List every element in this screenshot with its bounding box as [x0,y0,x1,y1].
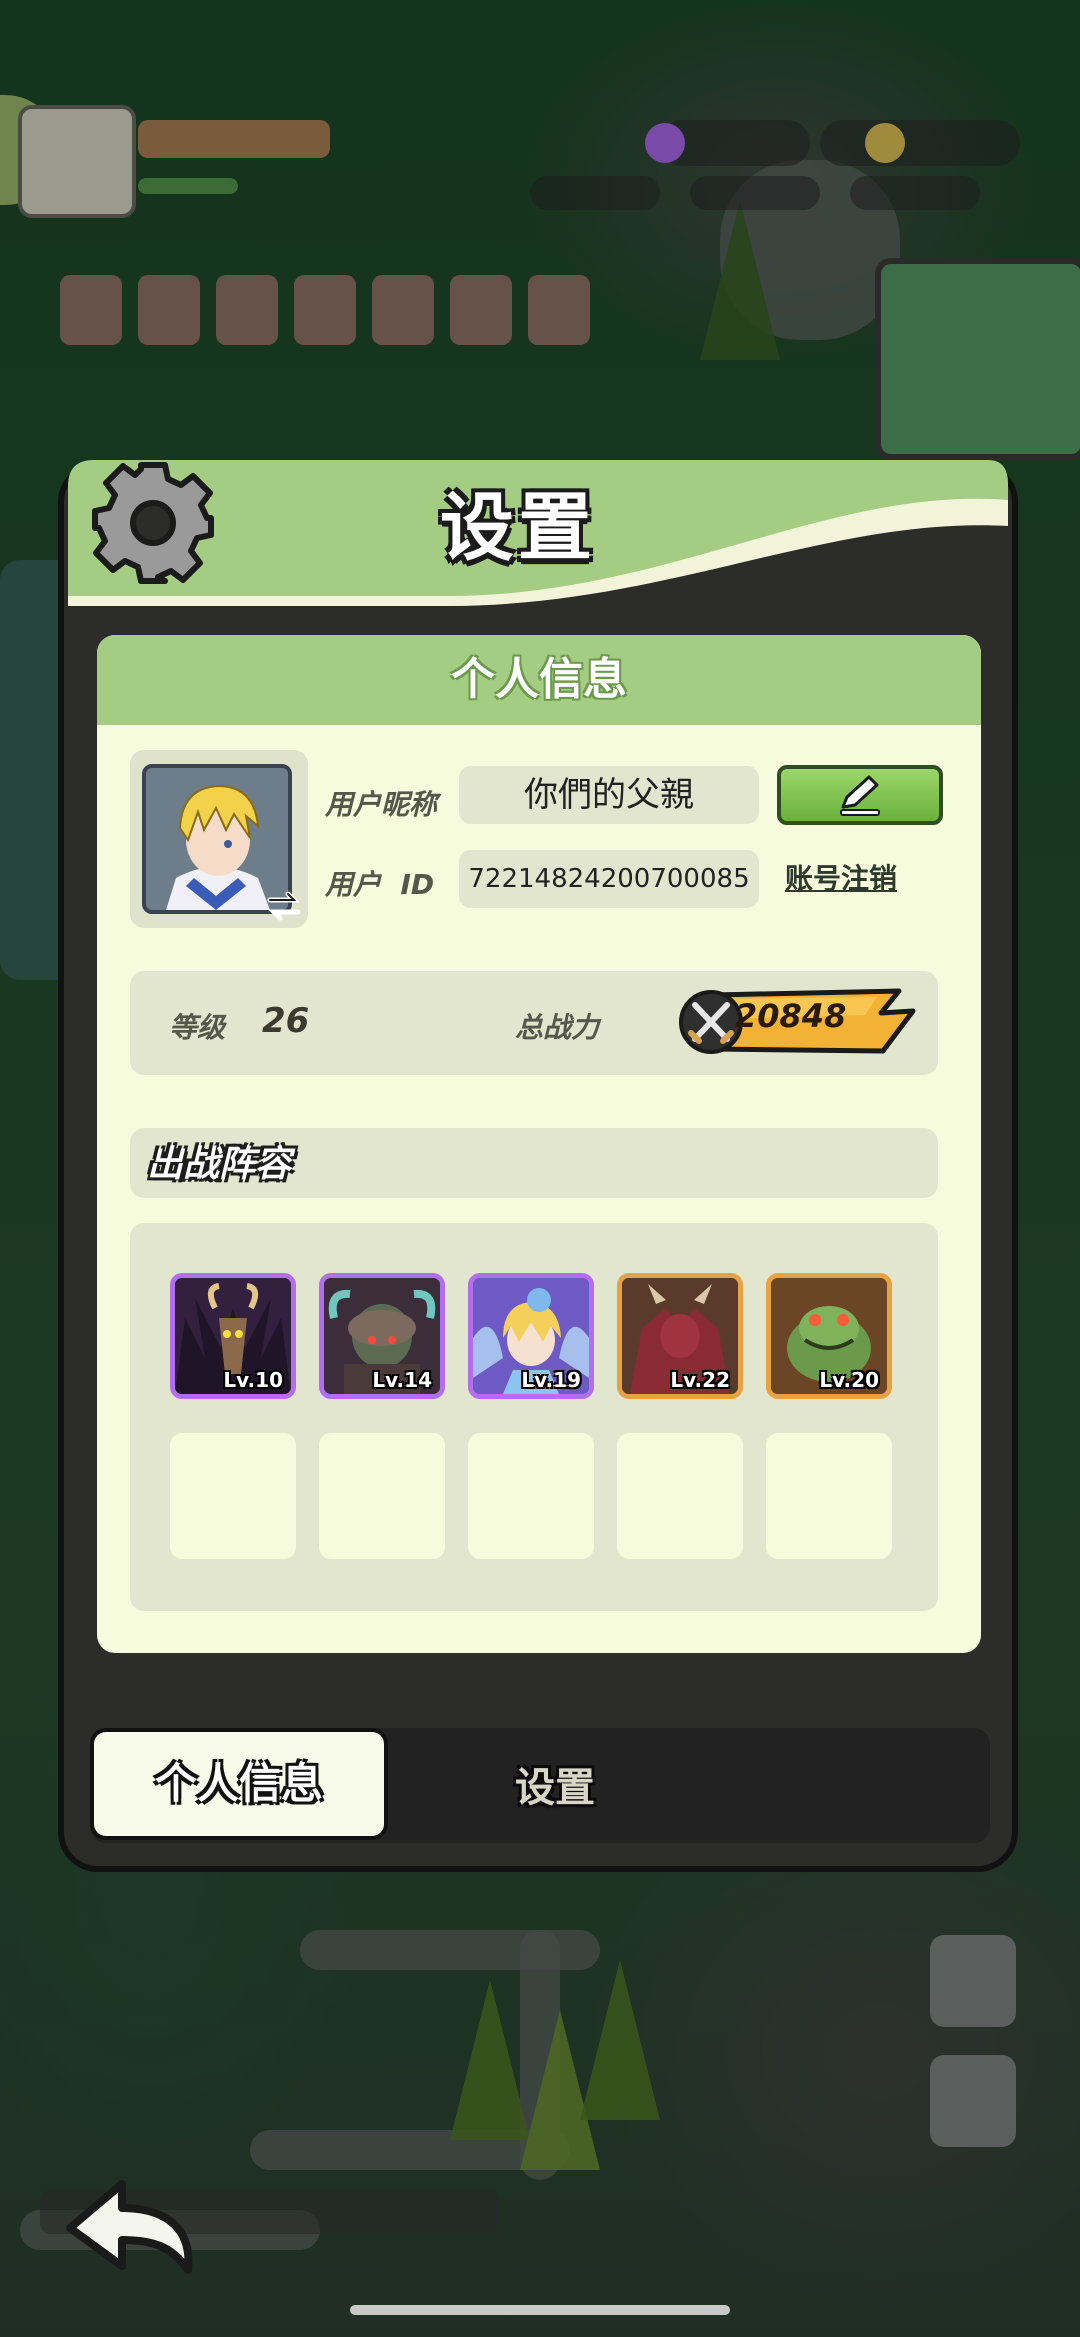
hero-card[interactable]: Lv.19 [468,1273,594,1399]
hud-player-banner [138,120,330,158]
character-shortcut-icon[interactable] [930,2055,1016,2147]
cancel-account-link[interactable]: 账号注销 [785,857,897,897]
nickname-label: 用户昵称 [325,788,438,821]
pencil-icon [840,775,880,816]
empty-slot[interactable] [617,1433,743,1559]
back-arrow-icon[interactable] [60,2170,200,2280]
level-value: 26 [262,1001,310,1041]
hero-card[interactable]: Lv.14 [319,1273,445,1399]
swap-avatar-icon[interactable] [264,886,304,926]
nickname-value: 你們的父親 [459,766,759,824]
resource-chip-3[interactable] [850,176,980,210]
tab-settings[interactable]: 设置 [460,1755,650,1813]
hero-level: Lv.20 [819,1368,879,1392]
power-label: 总战力 [515,1011,600,1044]
hero-card[interactable]: Lv.20 [766,1273,892,1399]
section-title: 个人信息 [451,654,627,705]
empty-slot[interactable] [319,1433,445,1559]
hero-level: Lv.14 [372,1368,432,1392]
gear-icon [92,462,214,584]
hud-hero-shortcuts[interactable] [60,275,590,345]
gold-resource[interactable] [820,120,1020,166]
tab-profile[interactable]: 个人信息 [90,1728,388,1840]
empty-slot[interactable] [468,1433,594,1559]
hero-card[interactable]: Lv.22 [617,1273,743,1399]
empty-slot[interactable] [766,1433,892,1559]
hud-exp-bar [138,178,238,194]
empty-slot[interactable] [170,1433,296,1559]
lineup-title: 出战阵容 [147,1144,292,1185]
user-id-value: 72214824200700085 [459,850,759,908]
profile-card: 个人信息 用户昵称 你們的父親 用户 ID 72214824200700085 … [97,635,981,1653]
coin-icon [865,123,905,163]
home-indicator[interactable] [350,2305,730,2315]
hero-card[interactable]: Lv.10 [170,1273,296,1399]
avatar-frame[interactable] [130,750,308,928]
hero-level: Lv.10 [223,1368,283,1392]
panel-title: 设置 [440,485,596,571]
power-value: 20848 [735,997,847,1035]
user-id-label: 用户 ID [325,868,435,901]
resource-chip-1[interactable] [530,176,660,210]
edit-nickname-button[interactable] [777,765,943,825]
robot-shortcut-icon[interactable] [930,1935,1016,2027]
resource-chip-2[interactable] [690,176,820,210]
hud-avatar[interactable] [18,105,136,218]
hero-level: Lv.22 [670,1368,730,1392]
gem-icon [645,123,685,163]
level-label: 等级 [169,1011,226,1044]
minimap[interactable] [875,258,1080,460]
hero-level: Lv.19 [521,1368,581,1392]
